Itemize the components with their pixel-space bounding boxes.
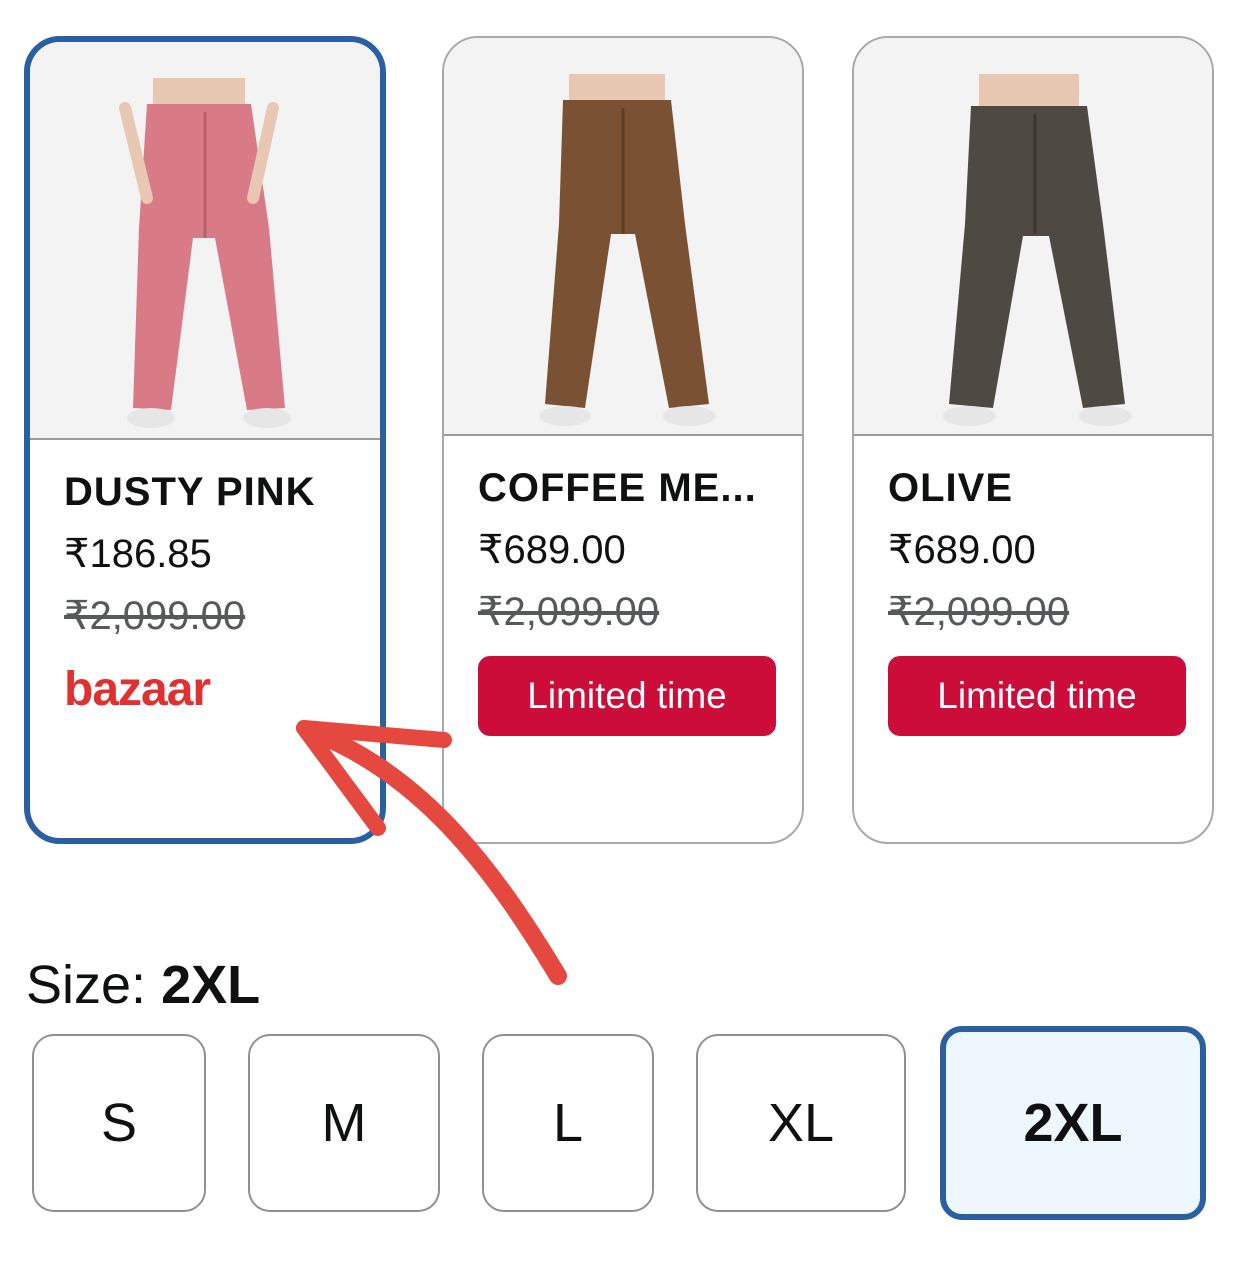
product-original-price: ₹2,099.00 — [64, 594, 246, 638]
product-price: ₹689.00 — [888, 528, 1036, 572]
limited-time-deal-badge: Limited time — [888, 656, 1186, 736]
product-original-price: ₹2,099.00 — [478, 590, 660, 634]
product-image-coffee — [444, 38, 802, 436]
product-image-olive — [854, 38, 1212, 436]
bazaar-logo: bazaar — [64, 663, 211, 716]
limited-time-deal-badge: Limited time — [478, 656, 776, 736]
size-option-m[interactable]: M — [248, 1034, 440, 1212]
product-card-coffee[interactable]: COFFEE ME... ₹689.00 ₹2,099.00 Limited t… — [442, 36, 804, 844]
size-option-2xl[interactable]: 2XL — [940, 1026, 1206, 1220]
product-card-olive[interactable]: OLIVE ₹689.00 ₹2,099.00 Limited time — [852, 36, 1214, 844]
product-image-dusty-pink — [30, 42, 380, 440]
product-card-dusty-pink[interactable]: DUSTY PINK ₹186.85 ₹2,099.00 bazaar — [24, 36, 386, 844]
product-price: ₹186.85 — [64, 532, 212, 576]
size-label: Size: 2XL — [26, 952, 260, 1018]
size-option-xl[interactable]: XL — [696, 1034, 906, 1212]
product-color-name: COFFEE ME... — [478, 466, 757, 510]
product-original-price: ₹2,099.00 — [888, 590, 1070, 634]
selected-size-value: 2XL — [161, 955, 261, 1015]
product-color-name: OLIVE — [888, 466, 1014, 510]
size-option-s[interactable]: S — [32, 1034, 206, 1212]
product-color-name: DUSTY PINK — [64, 470, 316, 514]
product-price: ₹689.00 — [478, 528, 626, 572]
size-label-prefix: Size: — [26, 955, 147, 1015]
size-option-l[interactable]: L — [482, 1034, 654, 1212]
